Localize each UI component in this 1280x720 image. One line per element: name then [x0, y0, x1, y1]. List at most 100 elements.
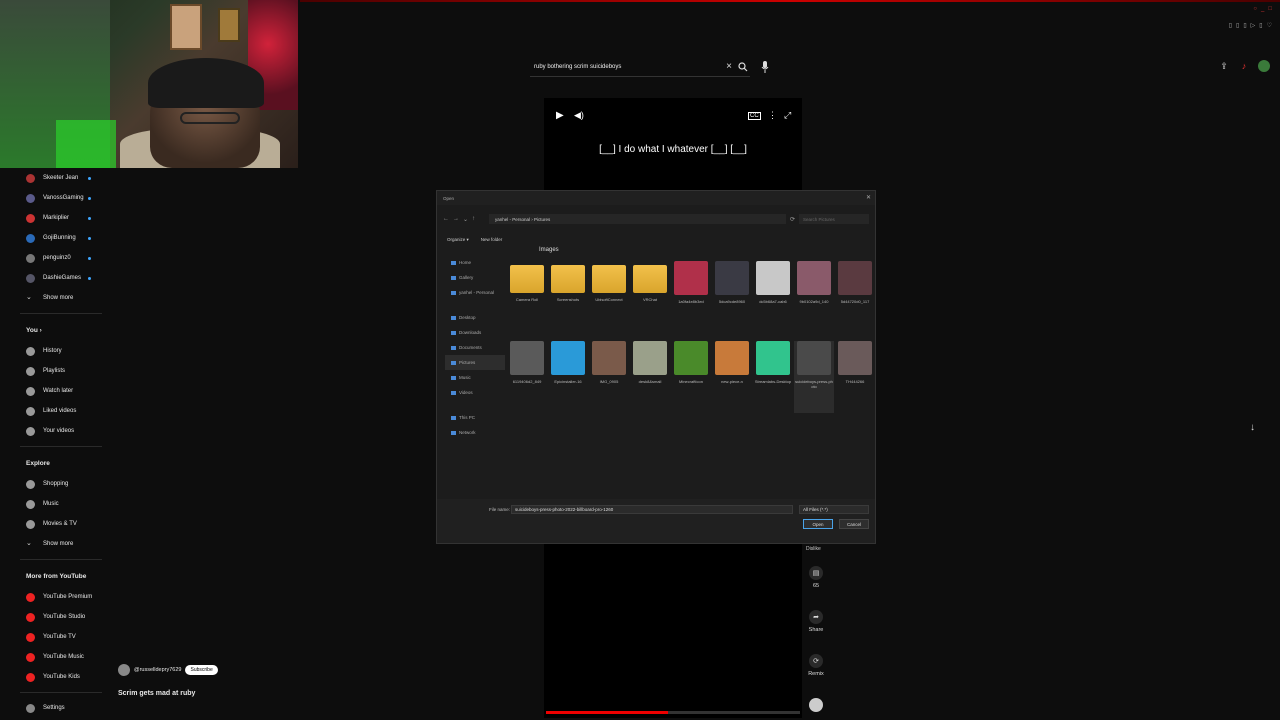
sidebar-item[interactable]: GojiBunning — [0, 228, 110, 248]
subscribe-button[interactable]: Subscribe — [185, 665, 218, 675]
fullscreen-icon[interactable]: ⤢ — [784, 110, 791, 121]
tab-icon[interactable]: ▯ — [1243, 22, 1246, 29]
back-icon[interactable]: ← — [443, 216, 449, 222]
folder-item[interactable]: UbisoftConnect — [589, 261, 629, 333]
image-file-item[interactable]: 5dca9cde8960 — [712, 261, 752, 333]
sidebar-item[interactable]: VanossGaming — [0, 188, 110, 208]
close-icon[interactable]: □ — [1268, 6, 1272, 12]
image-file-item[interactable]: TH444266 — [835, 341, 875, 413]
image-file-item[interactable]: 1a0fa4e8b3ed — [671, 261, 711, 333]
sidebar-item[interactable]: DashieGames — [0, 268, 110, 288]
image-file-item[interactable]: 5d44720d0_117 — [835, 261, 875, 333]
sidebar-you-header[interactable]: You › — [0, 319, 110, 341]
sidebar-item[interactable]: YouTube Music — [0, 647, 110, 667]
sidebar-item[interactable]: History — [0, 341, 110, 361]
sidebar-item[interactable]: Watch later — [0, 381, 110, 401]
tab-icon[interactable]: ▯ — [1236, 22, 1239, 29]
sidebar-item[interactable]: YouTube Premium — [0, 587, 110, 607]
chevron-down-icon[interactable]: ⌄ — [463, 216, 468, 223]
avatar[interactable] — [1258, 60, 1270, 72]
image-file-item[interactable]: IMG_0905 — [589, 341, 629, 413]
sidebar-item[interactable]: Playlists — [0, 361, 110, 381]
video-title[interactable]: Scrim gets mad at ruby — [118, 690, 195, 697]
tab-icon[interactable]: ▯ — [1259, 22, 1262, 29]
remix-button[interactable]: ⟳ Remix — [806, 654, 826, 698]
sound-button[interactable] — [806, 698, 826, 720]
nav-pane-item[interactable]: Documents — [445, 340, 505, 355]
image-file-item[interactable]: Streamlabs-Desktop — [753, 341, 793, 413]
share-button[interactable]: ➦ Share — [806, 610, 826, 654]
open-button[interactable]: Open — [803, 519, 833, 529]
cancel-button[interactable]: Cancel — [839, 519, 869, 529]
nav-pane-item[interactable]: Downloads — [445, 325, 505, 340]
refresh-icon[interactable]: ⟳ — [790, 216, 795, 223]
nav-pane-item[interactable]: Pictures — [445, 355, 505, 370]
folder-item[interactable]: Camera Roll — [507, 261, 547, 333]
nav-pane-item[interactable]: Gallery — [445, 270, 505, 285]
image-file-item[interactable]: 9b0102a9d_140 — [794, 261, 834, 333]
folder-icon — [451, 315, 456, 320]
tab-icon[interactable]: ▯ — [1229, 22, 1232, 29]
new-folder-button[interactable]: New folder — [481, 237, 503, 243]
heart-icon[interactable]: ♡ — [1267, 22, 1272, 29]
nav-pane-item[interactable]: Music — [445, 370, 505, 385]
sidebar-item[interactable]: Markiplier — [0, 208, 110, 228]
close-icon[interactable]: ✕ — [866, 194, 871, 201]
sidebar-item[interactable]: YouTube Kids — [0, 667, 110, 687]
nav-pane-item[interactable]: Desktop — [445, 310, 505, 325]
sidebar-settings[interactable]: Settings — [0, 698, 110, 718]
nav-pane-item[interactable]: This PC — [445, 410, 505, 425]
search-icon[interactable] — [736, 60, 750, 74]
dialog-search-input[interactable]: Search Pictures — [799, 214, 869, 224]
sidebar-explore-show-more[interactable]: ⌄ Show more — [0, 534, 110, 554]
search-bar[interactable]: ruby bothering scrim suicideboys × — [530, 57, 750, 77]
image-file-item[interactable]: MinecraftIcon — [671, 341, 711, 413]
record-icon[interactable]: ○ — [1253, 6, 1257, 12]
forward-icon[interactable]: → — [453, 216, 459, 222]
search-input[interactable]: ruby bothering scrim suicideboys — [534, 64, 722, 70]
captions-icon[interactable]: CC — [748, 112, 761, 120]
nav-pane-item[interactable]: Videos — [445, 385, 505, 400]
image-file-item[interactable]: desk8&small — [630, 341, 670, 413]
window-controls: ○ _ □ — [1253, 6, 1272, 12]
volume-icon[interactable]: ◀) — [574, 110, 584, 121]
comments-button[interactable]: ▤ 65 — [806, 566, 826, 610]
address-bar[interactable]: yanhel - Personal › Pictures — [489, 214, 786, 224]
minimize-icon[interactable]: _ — [1261, 6, 1264, 12]
sidebar-item[interactable]: YouTube Studio — [0, 607, 110, 627]
channel-avatar[interactable] — [118, 664, 130, 676]
video-progress-bar[interactable] — [546, 711, 800, 714]
image-file-item[interactable]: new-piece-n — [712, 341, 752, 413]
sidebar-item[interactable]: Shopping — [0, 474, 110, 494]
upload-icon[interactable]: ⇪ — [1218, 60, 1230, 72]
image-file-item[interactable]: suicideboys-press-photo — [794, 341, 834, 413]
channel-handle[interactable]: @russelldepry7629 — [134, 667, 181, 673]
nav-pane-item[interactable]: Network — [445, 425, 505, 440]
nav-pane-item[interactable]: Home — [445, 255, 505, 270]
sidebar-item[interactable]: Skeeter Jean — [0, 168, 110, 188]
folder-item[interactable]: Screenshots — [548, 261, 588, 333]
image-file-item[interactable]: 6119406d2_849 — [507, 341, 547, 413]
image-file-item[interactable]: dc5b68a7-cab6 — [753, 261, 793, 333]
sidebar-item[interactable]: penguinz0 — [0, 248, 110, 268]
folder-item[interactable]: VRChat — [630, 261, 670, 333]
sidebar-item[interactable]: Your videos — [0, 421, 110, 441]
up-icon[interactable]: ↑ — [472, 216, 475, 222]
notifications-icon[interactable]: ♪ — [1238, 60, 1250, 72]
sidebar-item[interactable]: Movies & TV — [0, 514, 110, 534]
image-file-item[interactable]: Epicinstaller-16 — [548, 341, 588, 413]
sidebar-show-more[interactable]: ⌄ Show more — [0, 288, 110, 308]
play-icon[interactable]: ▶ — [556, 110, 564, 121]
play-icon[interactable]: ▷ — [1251, 22, 1256, 29]
sidebar-item[interactable]: Music — [0, 494, 110, 514]
nav-pane-item[interactable]: yanhel - Personal — [445, 285, 505, 300]
more-options-icon[interactable]: ⋮ — [768, 110, 777, 121]
sidebar-item[interactable]: Liked videos — [0, 401, 110, 421]
arrow-down-icon[interactable]: ↓ — [1250, 422, 1255, 433]
clear-search-icon[interactable]: × — [722, 61, 736, 72]
file-name-field[interactable]: suicideboys-press-photo-2022-billboard-p… — [511, 505, 793, 514]
sidebar-item[interactable]: YouTube TV — [0, 627, 110, 647]
organize-button[interactable]: Organize ▾ — [447, 237, 469, 243]
file-type-select[interactable]: All Files (*.*) — [799, 505, 869, 514]
microphone-icon[interactable] — [758, 59, 772, 75]
